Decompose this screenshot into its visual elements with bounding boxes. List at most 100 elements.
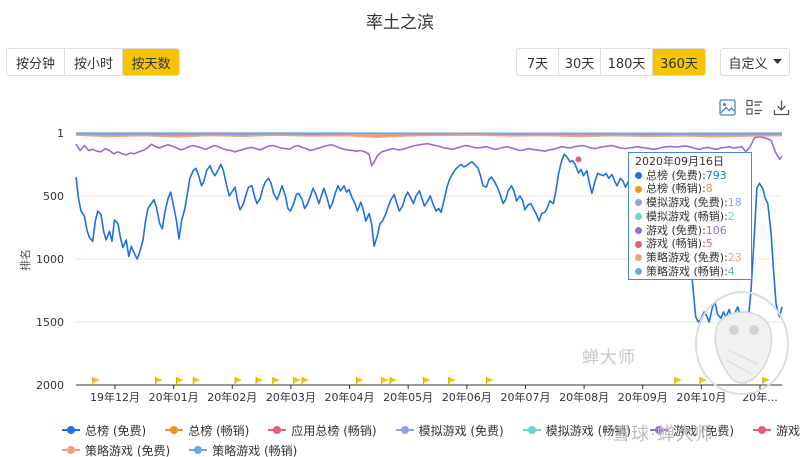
legend-item[interactable]: 策略游戏 (免费) [62,442,170,457]
granularity-hour-button[interactable]: 按小时 [65,49,123,75]
x-tick-label: 20年04月 [325,390,375,404]
legend-item[interactable]: 模拟游戏 (免费) [395,422,504,439]
tooltip-series-name: 游戏 (畅销): [646,237,706,251]
range-180d-button[interactable]: 180天 [601,49,653,75]
tooltip-dot [635,226,642,234]
x-tick-label: 20年09月 [618,390,668,404]
x-tick-label: 20年08月 [559,390,609,404]
watermark-footer: 雪球·蝉大师 [612,424,714,445]
tooltip-row: 模拟游戏 (畅销): 2 [635,210,745,224]
tooltip-dot [635,213,642,221]
event-flag [193,377,201,383]
legend-label: 应用总榜 (畅销) [291,423,377,438]
x-tick-label: 20年05月 [383,390,433,404]
tooltip-dot [635,240,642,248]
event-flag [674,377,682,383]
tooltip-series-name: 策略游戏 (免费): [646,250,728,264]
custom-range-label: 自定义 [728,56,768,72]
event-flag [302,377,310,383]
tooltip-date: 2020年09月16日 [635,155,724,168]
granularity-day-button[interactable]: 按天数 [123,49,179,75]
range-7d-button[interactable]: 7天 [517,49,559,75]
page-title: 率土之滨 [366,13,434,33]
legend-label: 总榜 (免费) [85,423,147,438]
cicada-watermark-icon [694,290,790,396]
tooltip-row: 游戏 (免费): 106 [635,224,745,238]
legend-item[interactable]: 总榜 (免费) [62,422,146,439]
y-tick-label: 2000 [36,379,64,392]
legend-swatch [268,425,287,435]
custom-range-dropdown[interactable]: 自定义 [720,48,790,76]
range-30d-button[interactable]: 30天 [559,49,601,75]
legend-label: 模拟游戏 (免费) [418,423,504,438]
legend-item[interactable]: 策略游戏 (畅销) [189,442,297,457]
tooltip-value: 5 [705,237,713,251]
x-tick-label: 20年07月 [500,390,550,404]
x-tick-label: 20年03月 [266,390,316,404]
event-flag [486,377,494,383]
tooltip-value: 793 [705,168,727,182]
granularity-minute-button[interactable]: 按分钟 [7,49,65,75]
y-tick-label: 500 [43,190,64,203]
event-flag [423,377,431,383]
tooltip-series-name: 模拟游戏 (免费): [646,196,728,210]
legend-swatch [189,445,208,455]
hover-tooltip: 2020年09月16日 总榜 (免费): 793 总榜 (畅销): 8 模拟游戏 (… [628,152,752,280]
tooltip-value: 8 [705,182,713,196]
legend-item[interactable]: 总榜 (畅销) [165,422,249,439]
event-flag [92,377,100,383]
tooltip-row: 策略游戏 (畅销): 4 [635,265,745,279]
event-flag [381,377,389,383]
event-flag [256,377,264,383]
y-axis-label: 排名 [18,249,32,271]
tooltip-row: 模拟游戏 (免费): 18 [635,196,745,210]
range-360d-button[interactable]: 360天 [653,49,705,75]
tooltip-dot [635,172,642,180]
event-flag [356,377,364,383]
x-tick-label: 19年12月 [90,390,140,404]
list-icon[interactable] [745,98,763,116]
tooltip-dot [635,199,642,207]
event-flag [272,377,280,383]
y-tick-label: 1 [57,127,64,140]
chart-toolbar [718,98,790,116]
y-axis-ticks: 1500100015002000 [36,127,64,392]
legend-label: 游戏 (畅销) [776,423,800,438]
hover-markers [575,156,582,163]
granularity-selector: 按分钟 按小时 按天数 [6,48,180,76]
event-flag [235,377,243,383]
legend-item[interactable]: 应用总榜 (畅销) [268,422,377,439]
tooltip-row: 策略游戏 (免费): 23 [635,251,745,265]
hover-point [575,156,582,163]
legend-swatch [395,425,414,435]
x-axis-ticks: 19年12月 20年01月 20年02月 20年03月 20年04月 20年05月 20年0… [90,385,778,404]
tooltip-dot [635,254,642,262]
x-tick-label: 20年06月 [442,390,492,404]
download-icon[interactable] [772,98,790,116]
tooltip-series-name: 模拟游戏 (畅销): [646,209,728,223]
tooltip-value: 23 [727,250,742,264]
legend-swatch [62,425,80,435]
legend-label: 策略游戏 (畅销) [212,443,298,457]
tooltip-dot [635,267,642,275]
event-flag [293,377,301,383]
tooltip-series-name: 总榜 (畅销): [646,182,706,196]
tooltip-row: 游戏 (畅销): 5 [635,237,745,251]
image-icon[interactable] [718,98,736,116]
y-tick-label: 1500 [36,316,64,329]
tooltip-rows: 总榜 (免费): 793 总榜 (畅销): 8 模拟游戏 (免费): 18 模拟游戏 … [635,169,745,279]
tooltip-value: 106 [705,223,727,237]
tooltip-value: 4 [727,264,735,278]
watermark-logo: 蝉大师 [582,348,636,368]
event-flag [176,377,184,383]
legend-swatch [522,425,541,435]
legend-item[interactable]: 游戏 (畅销) [753,422,800,439]
legend-label: 总榜 (畅销) [188,423,250,438]
flag-markers [92,377,770,385]
tooltip-row: 总榜 (免费): 793 [635,169,745,183]
legend-swatch [62,445,80,455]
y-tick-label: 1000 [36,253,64,266]
tooltip-dot [635,185,642,193]
x-tick-label: 20年01月 [149,390,199,404]
caret-down-icon [772,59,782,64]
